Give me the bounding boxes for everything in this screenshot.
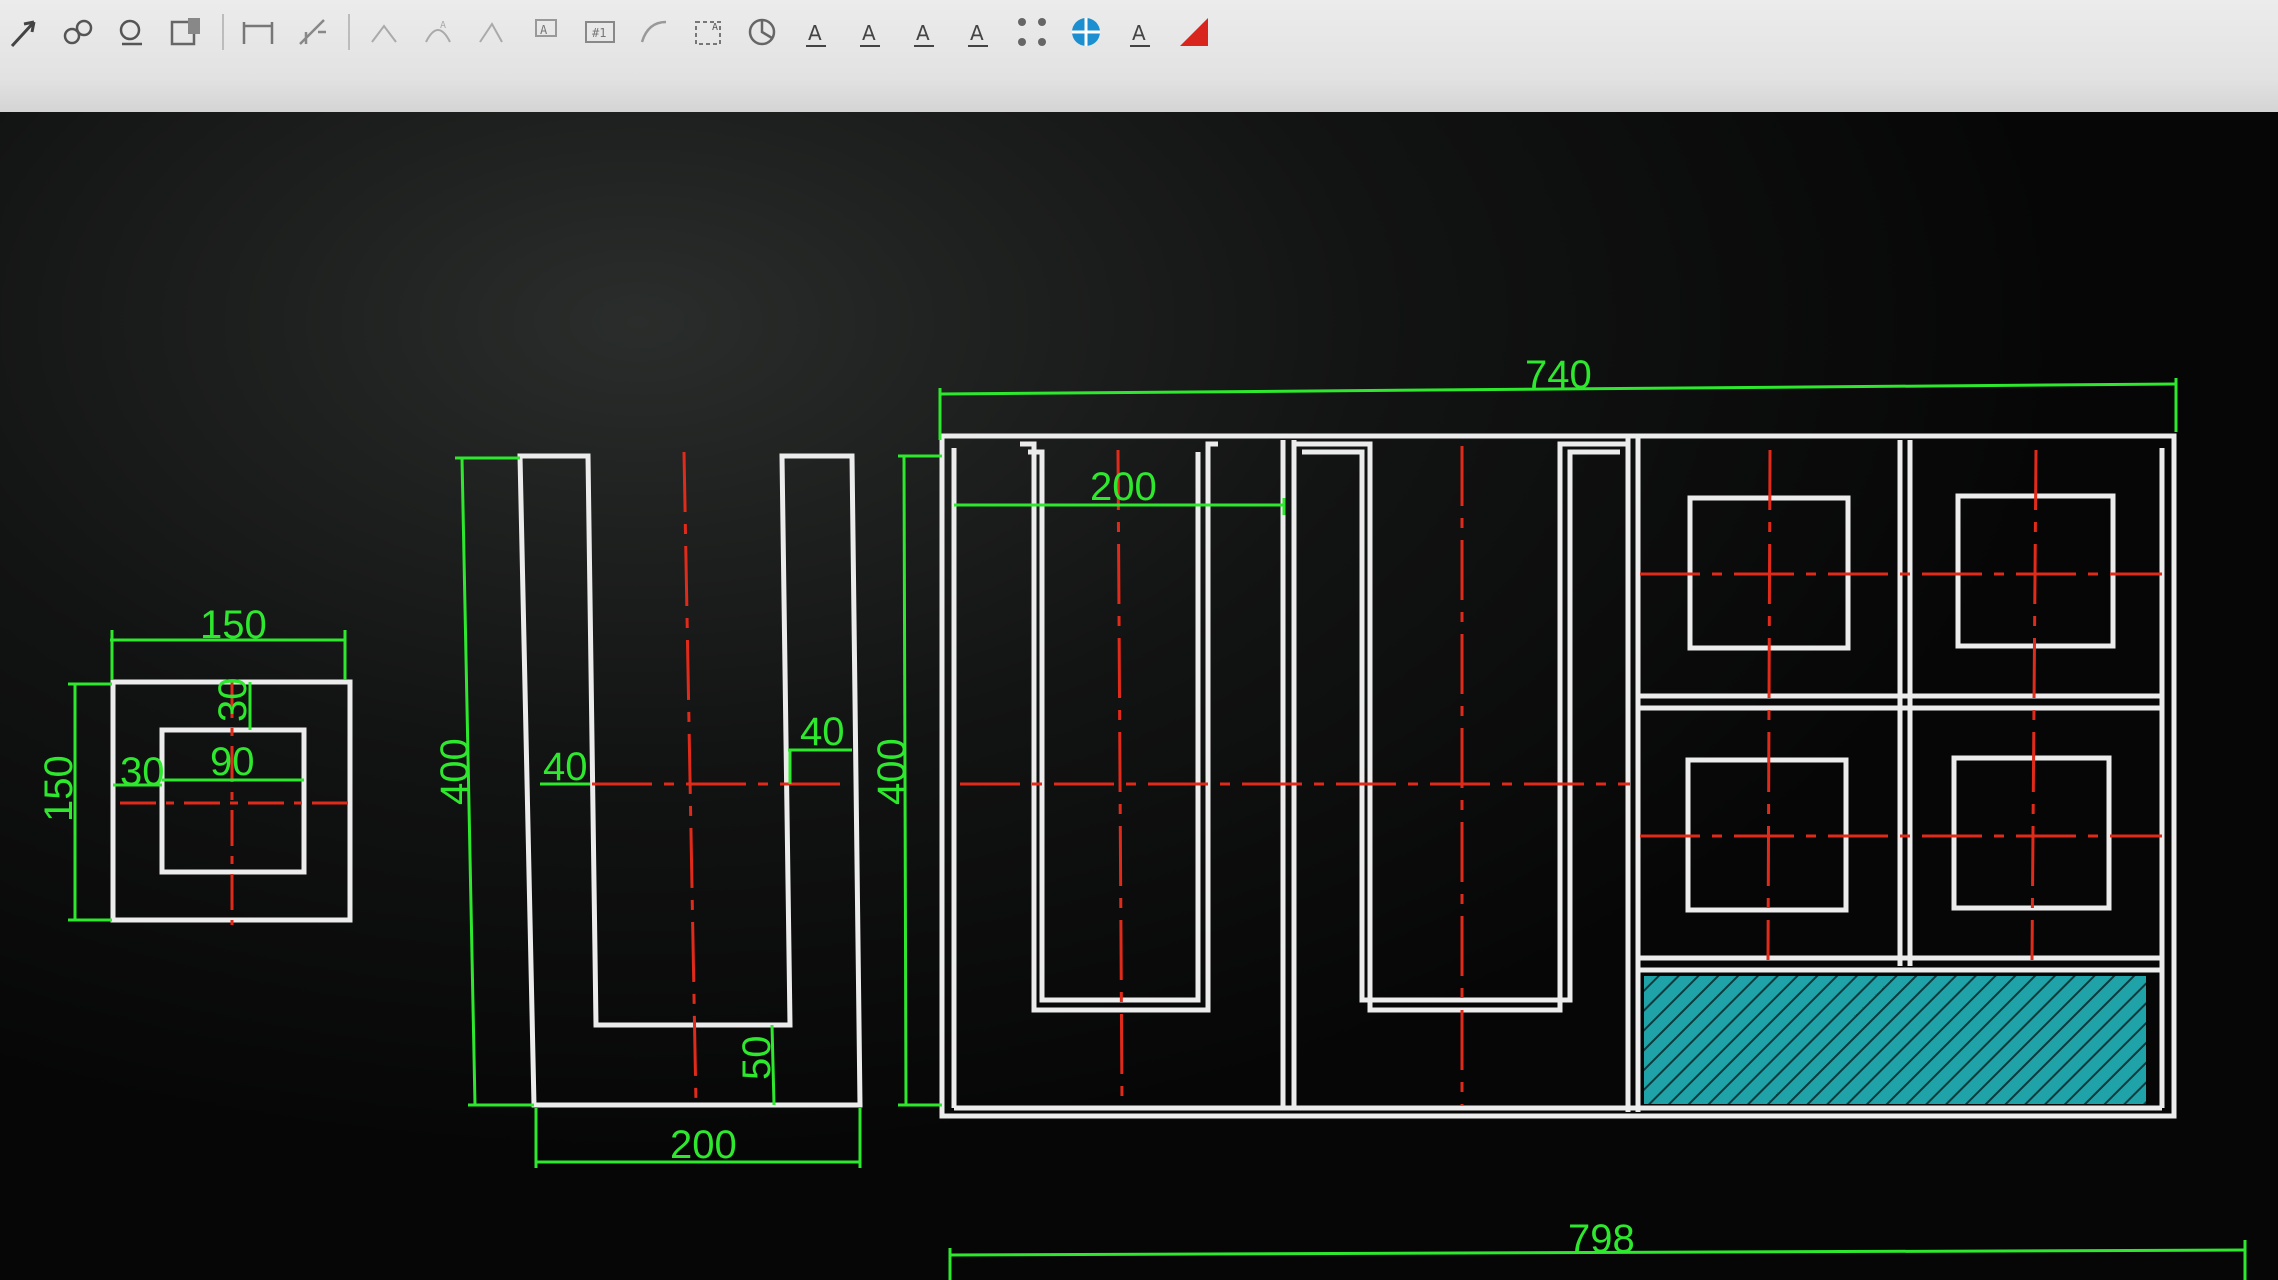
u-dimensions <box>455 456 862 1168</box>
dim-square-inner: 90 <box>210 740 255 784</box>
dim-square-wall-top: 30 <box>211 678 255 723</box>
dim-u-right-wall: 40 <box>800 710 845 754</box>
dim-overall-width: 798 <box>1568 1217 1635 1261</box>
hatched-panel[interactable] <box>1644 976 2146 1104</box>
dim-square-height: 150 <box>37 755 81 822</box>
dim-u-height: 400 <box>433 738 477 805</box>
dim-u-width: 200 <box>670 1123 737 1167</box>
dim-square-width: 150 <box>200 603 267 647</box>
cad-drawing: 150 150 30 30 90 400 40 40 50 200 740 40… <box>37 353 2247 1280</box>
dim-square-wall-left: 30 <box>120 750 165 794</box>
dim-assembly-channel: 200 <box>1090 465 1157 509</box>
dim-assembly-height: 400 <box>870 738 914 805</box>
dim-u-left-wall: 40 <box>543 745 588 789</box>
u-centerline <box>592 451 852 1106</box>
dim-assembly-width: 740 <box>1525 353 1592 397</box>
dim-u-bottom-wall: 50 <box>735 1036 779 1081</box>
